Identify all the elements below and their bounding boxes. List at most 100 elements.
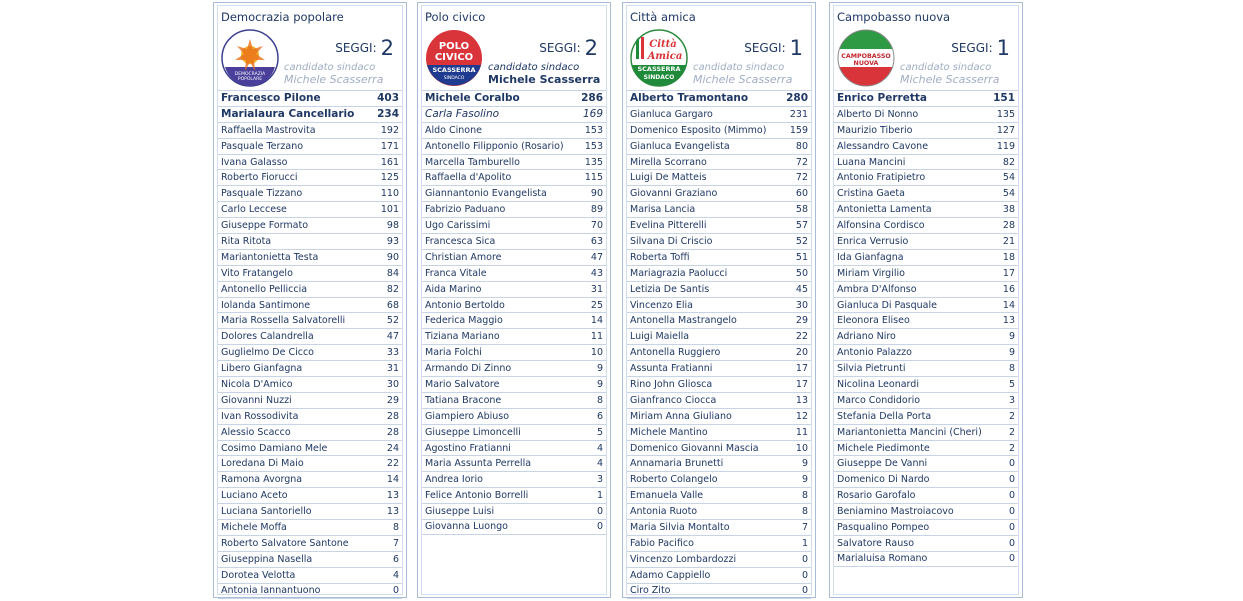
candidate-votes: 234 [377, 108, 399, 121]
candidate-votes: 5 [596, 426, 603, 438]
candidate-name: Giovanni Nuzzi [221, 394, 292, 406]
candidate-votes: 171 [380, 140, 399, 152]
svg-text:CAMPOBASSO: CAMPOBASSO [841, 53, 891, 60]
candidate-name: Giuseppe De Vanni [837, 458, 928, 470]
candidate-votes: 9 [1008, 331, 1015, 343]
candidate-votes: 9 [801, 458, 808, 470]
candidate-votes: 125 [380, 172, 399, 184]
candidate-votes: 57 [795, 220, 808, 232]
candidate-name: Francesca Sica [425, 235, 496, 247]
candidate-row: Felice Antonio Borrelli 1 [422, 487, 606, 503]
candidate-row: Agostino Fratianni 4 [422, 439, 606, 456]
candidate-row: Alberto Di Nonno 135 [834, 105, 1018, 122]
candidate-row: Nicolina Leonardi 5 [834, 376, 1018, 392]
candidate-row: Silvia Pietrunti 8 [834, 360, 1018, 376]
svg-text:POPOLARE: POPOLARE [238, 76, 262, 82]
candidate-rows: Alberto Tramontano 280 Gianluca Gargaro 231… [627, 90, 811, 599]
candidate-name: Salvatore Rauso [837, 537, 915, 549]
candidate-row: Dorotea Velotta 4 [218, 566, 402, 583]
candidate-votes: 82 [386, 283, 399, 295]
candidate-name: Gianluca Di Pasquale [837, 299, 937, 311]
candidate-votes: 169 [582, 108, 603, 121]
candidate-name: Antonietta Lamenta [837, 204, 932, 216]
candidate-name: Iolanda Santimone [221, 299, 311, 311]
candidate-name: Marialuisa Romano [837, 553, 928, 565]
candidate-votes: 11 [795, 426, 808, 438]
candidate-votes: 153 [584, 124, 603, 136]
candidate-name: Ivana Galasso [221, 156, 288, 168]
candidate-name: Domenico Esposito (Mimmo) [630, 124, 767, 136]
candidate-row: Rosario Garofalo 0 [834, 487, 1018, 503]
candidate-row: Marialaura Cancellario 234 [218, 105, 402, 122]
candidate-row: Ugo Carissimi 70 [422, 217, 606, 233]
list-column-citta-amica: Città amica Città Amica SCASSERRA SINDAC… [622, 2, 816, 599]
candidate-name: Luigi Maiella [630, 331, 690, 343]
candidate-votes: 29 [795, 315, 808, 327]
candidate-name: Andrea Iorio [425, 474, 483, 486]
candidate-votes: 3 [596, 474, 603, 486]
seats-count: SEGGI: 2 [539, 36, 598, 60]
candidate-row: Giuseppe Limoncelli 5 [422, 423, 606, 440]
candidate-votes: 9 [596, 363, 603, 375]
list-title: Città amica [630, 10, 696, 24]
mayor-candidate: candidato sindaco Michele Scasserra [693, 62, 793, 86]
candidate-row: Maria Rossella Salvatorelli 52 [218, 312, 402, 328]
candidate-row: Loredana Di Maio 22 [218, 455, 402, 471]
candidate-row: Antonio Fratipietro 54 [834, 169, 1018, 185]
candidate-votes: 0 [1008, 458, 1015, 470]
candidate-votes: 17 [1002, 267, 1015, 279]
candidate-row: Stefania Della Porta 2 [834, 407, 1018, 424]
candidate-votes: 29 [386, 394, 399, 406]
candidate-name: Silvia Pietrunti [837, 363, 906, 375]
candidate-votes: 25 [590, 299, 603, 311]
candidate-row: Adriano Niro 9 [834, 328, 1018, 344]
candidate-name: Tatiana Bracone [425, 394, 502, 406]
candidate-row: Giuseppe Luisi 0 [422, 503, 606, 519]
candidate-row: Libero Gianfagna 31 [218, 360, 402, 376]
candidate-name: Aida Marino [425, 283, 482, 295]
candidate-votes: 31 [590, 283, 603, 295]
candidate-row: Antonello Filipponio (Rosario) 153 [422, 137, 606, 154]
candidate-name: Luigi De Matteis [630, 172, 707, 184]
candidate-row: Miriam Anna Giuliano 12 [627, 407, 811, 424]
candidate-name: Pasqualino Pompeo [837, 521, 930, 533]
candidate-name: Roberto Colangelo [630, 474, 718, 486]
candidate-name: Marialaura Cancellario [221, 108, 355, 121]
svg-text:CIVICO: CIVICO [435, 52, 473, 63]
candidate-name: Alberto Tramontano [630, 92, 749, 105]
candidate-votes: 18 [1002, 251, 1015, 263]
candidate-votes: 8 [392, 521, 399, 533]
candidate-name: Vincenzo Lombardozzi [630, 553, 737, 565]
candidate-row: Ciro Zito 0 [627, 582, 811, 599]
candidate-name: Loredana Di Maio [221, 458, 304, 470]
candidate-name: Alessandro Cavone [837, 140, 929, 152]
list-column-democrazia-popolare: Democrazia popolare DEMOCRAZIA POPOLARE … [213, 2, 407, 599]
candidate-row: Antonello Pelliccia 82 [218, 280, 402, 297]
candidate-row: Emanuela Valle 8 [627, 487, 811, 503]
candidate-votes: 52 [795, 235, 808, 247]
candidate-name: Pasquale Terzano [221, 140, 304, 152]
candidate-votes: 22 [795, 331, 808, 343]
candidate-name: Antonia Iannantuono [221, 585, 321, 597]
candidate-votes: 135 [996, 108, 1015, 120]
candidate-name: Guglielmo De Cicco [221, 347, 314, 359]
candidate-name: Mariantonietta Mancini (Cheri) [837, 426, 982, 438]
candidate-votes: 51 [795, 251, 808, 263]
candidate-votes: 14 [386, 474, 399, 486]
candidate-row: Rita Ritota 93 [218, 233, 402, 249]
candidate-votes: 9 [596, 378, 603, 390]
candidate-votes: 119 [996, 140, 1015, 152]
candidate-votes: 84 [386, 267, 399, 279]
candidate-name: Maria Folchi [425, 347, 482, 359]
candidate-votes: 13 [386, 506, 399, 518]
candidate-row: Francesca Sica 63 [422, 233, 606, 249]
candidate-name: Maria Rossella Salvatorelli [221, 315, 346, 327]
candidate-name: Dorotea Velotta [221, 569, 296, 581]
candidate-row: Antonella Ruggiero 20 [627, 344, 811, 360]
candidate-name: Felice Antonio Borrelli [425, 490, 529, 502]
candidate-name: Letizia De Santis [630, 283, 710, 295]
candidate-name: Giuseppe Luisi [425, 506, 495, 518]
candidate-name: Cosimo Damiano Mele [221, 442, 328, 454]
candidate-votes: 4 [596, 442, 603, 454]
candidate-row: Letizia De Santis 45 [627, 280, 811, 297]
